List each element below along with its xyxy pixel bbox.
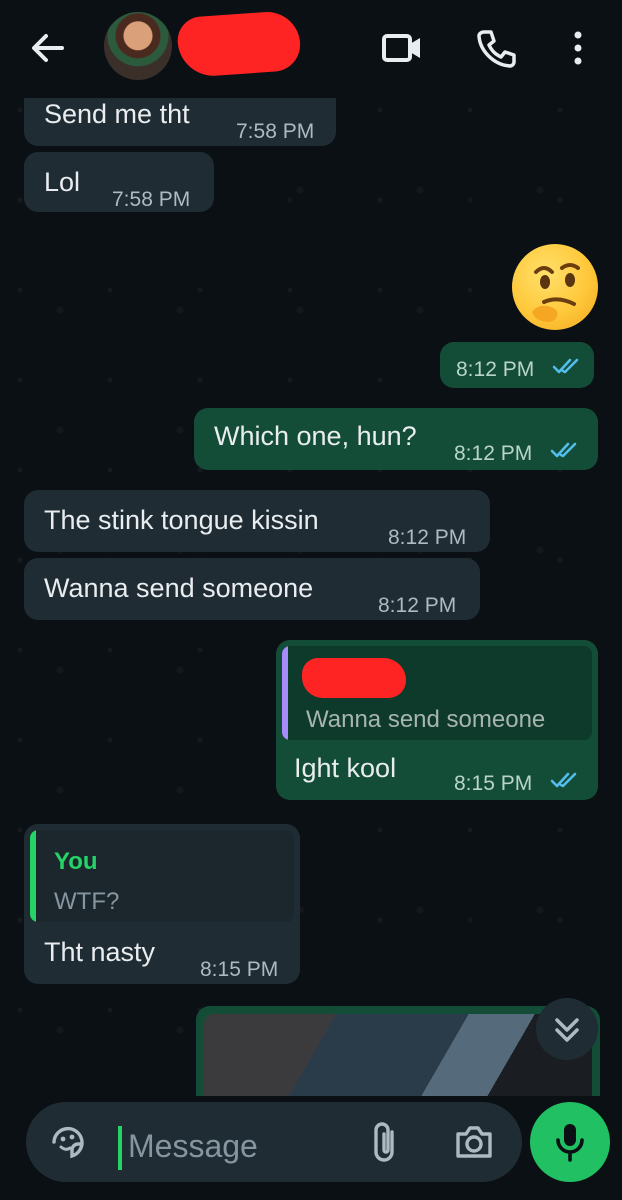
message-time: 8:15 PM: [454, 772, 533, 795]
contact-avatar[interactable]: [104, 12, 172, 80]
redacted-contact-name[interactable]: [176, 9, 302, 79]
double-check-read-icon: [550, 772, 577, 788]
text-caret: [118, 1126, 122, 1170]
message-time: 7:58 PM: [236, 120, 315, 143]
quoted-author: You: [54, 848, 98, 875]
message-input-placeholder[interactable]: Message: [128, 1128, 258, 1165]
video-thumbnail[interactable]: [204, 1014, 592, 1106]
message-outgoing[interactable]: 8:12 PM: [440, 342, 594, 388]
scroll-to-bottom-button[interactable]: [536, 998, 598, 1060]
message-incoming[interactable]: Lol 7:58 PM: [24, 152, 214, 212]
camera-icon[interactable]: [452, 1122, 496, 1162]
message-text: Which one, hun?: [214, 421, 417, 451]
thinking-face-emoji[interactable]: [512, 244, 598, 330]
double-check-read-icon: [552, 358, 579, 374]
quoted-text: WTF?: [54, 888, 120, 915]
video-call-icon[interactable]: [380, 26, 424, 70]
voice-message-button[interactable]: [530, 1102, 610, 1182]
message-text: Send me tht: [44, 99, 190, 129]
message-text: Ight kool: [294, 753, 397, 783]
chat-header: [0, 0, 622, 98]
message-text: Wanna send someone: [44, 573, 314, 603]
more-vert-icon[interactable]: [556, 26, 600, 70]
quote-accent-bar: [30, 830, 36, 922]
message-text: Lol: [44, 167, 81, 197]
quote-accent-bar: [282, 646, 288, 740]
message-text: Tht nasty: [44, 937, 156, 967]
redacted-quote-author: [302, 658, 406, 698]
phone-call-icon[interactable]: [474, 26, 518, 70]
message-time: 8:12 PM: [454, 442, 533, 465]
double-chevron-down-icon: [555, 1018, 579, 1042]
mic-icon: [556, 1124, 584, 1162]
message-text: The stink tongue kissin: [44, 505, 319, 535]
sticker-icon[interactable]: [48, 1122, 88, 1162]
thinking-face-icon: [532, 263, 580, 322]
quoted-text: Wanna send someone: [306, 706, 546, 733]
double-check-read-icon: [550, 442, 577, 458]
message-time: 8:12 PM: [388, 526, 467, 549]
message-incoming-reply[interactable]: You WTF? Tht nasty 8:15 PM: [24, 824, 300, 984]
message-incoming[interactable]: The stink tongue kissin 8:12 PM: [24, 490, 490, 552]
arrow-left-icon[interactable]: [28, 28, 68, 68]
message-time: 7:58 PM: [112, 188, 191, 211]
paperclip-icon[interactable]: [366, 1120, 406, 1164]
message-input-container[interactable]: Message: [26, 1102, 522, 1182]
message-composer: Message: [10, 1096, 610, 1200]
message-time: 8:12 PM: [378, 594, 457, 617]
message-outgoing[interactable]: Which one, hun? 8:12 PM: [194, 408, 598, 470]
message-outgoing-reply[interactable]: Wanna send someone Ight kool 8:15 PM: [276, 640, 598, 800]
message-time: 8:12 PM: [456, 358, 535, 381]
message-time: 8:15 PM: [200, 958, 279, 981]
quoted-message[interactable]: Wanna send someone: [282, 646, 592, 740]
message-incoming[interactable]: Wanna send someone 8:12 PM: [24, 558, 480, 620]
quoted-message[interactable]: You WTF?: [30, 830, 294, 922]
